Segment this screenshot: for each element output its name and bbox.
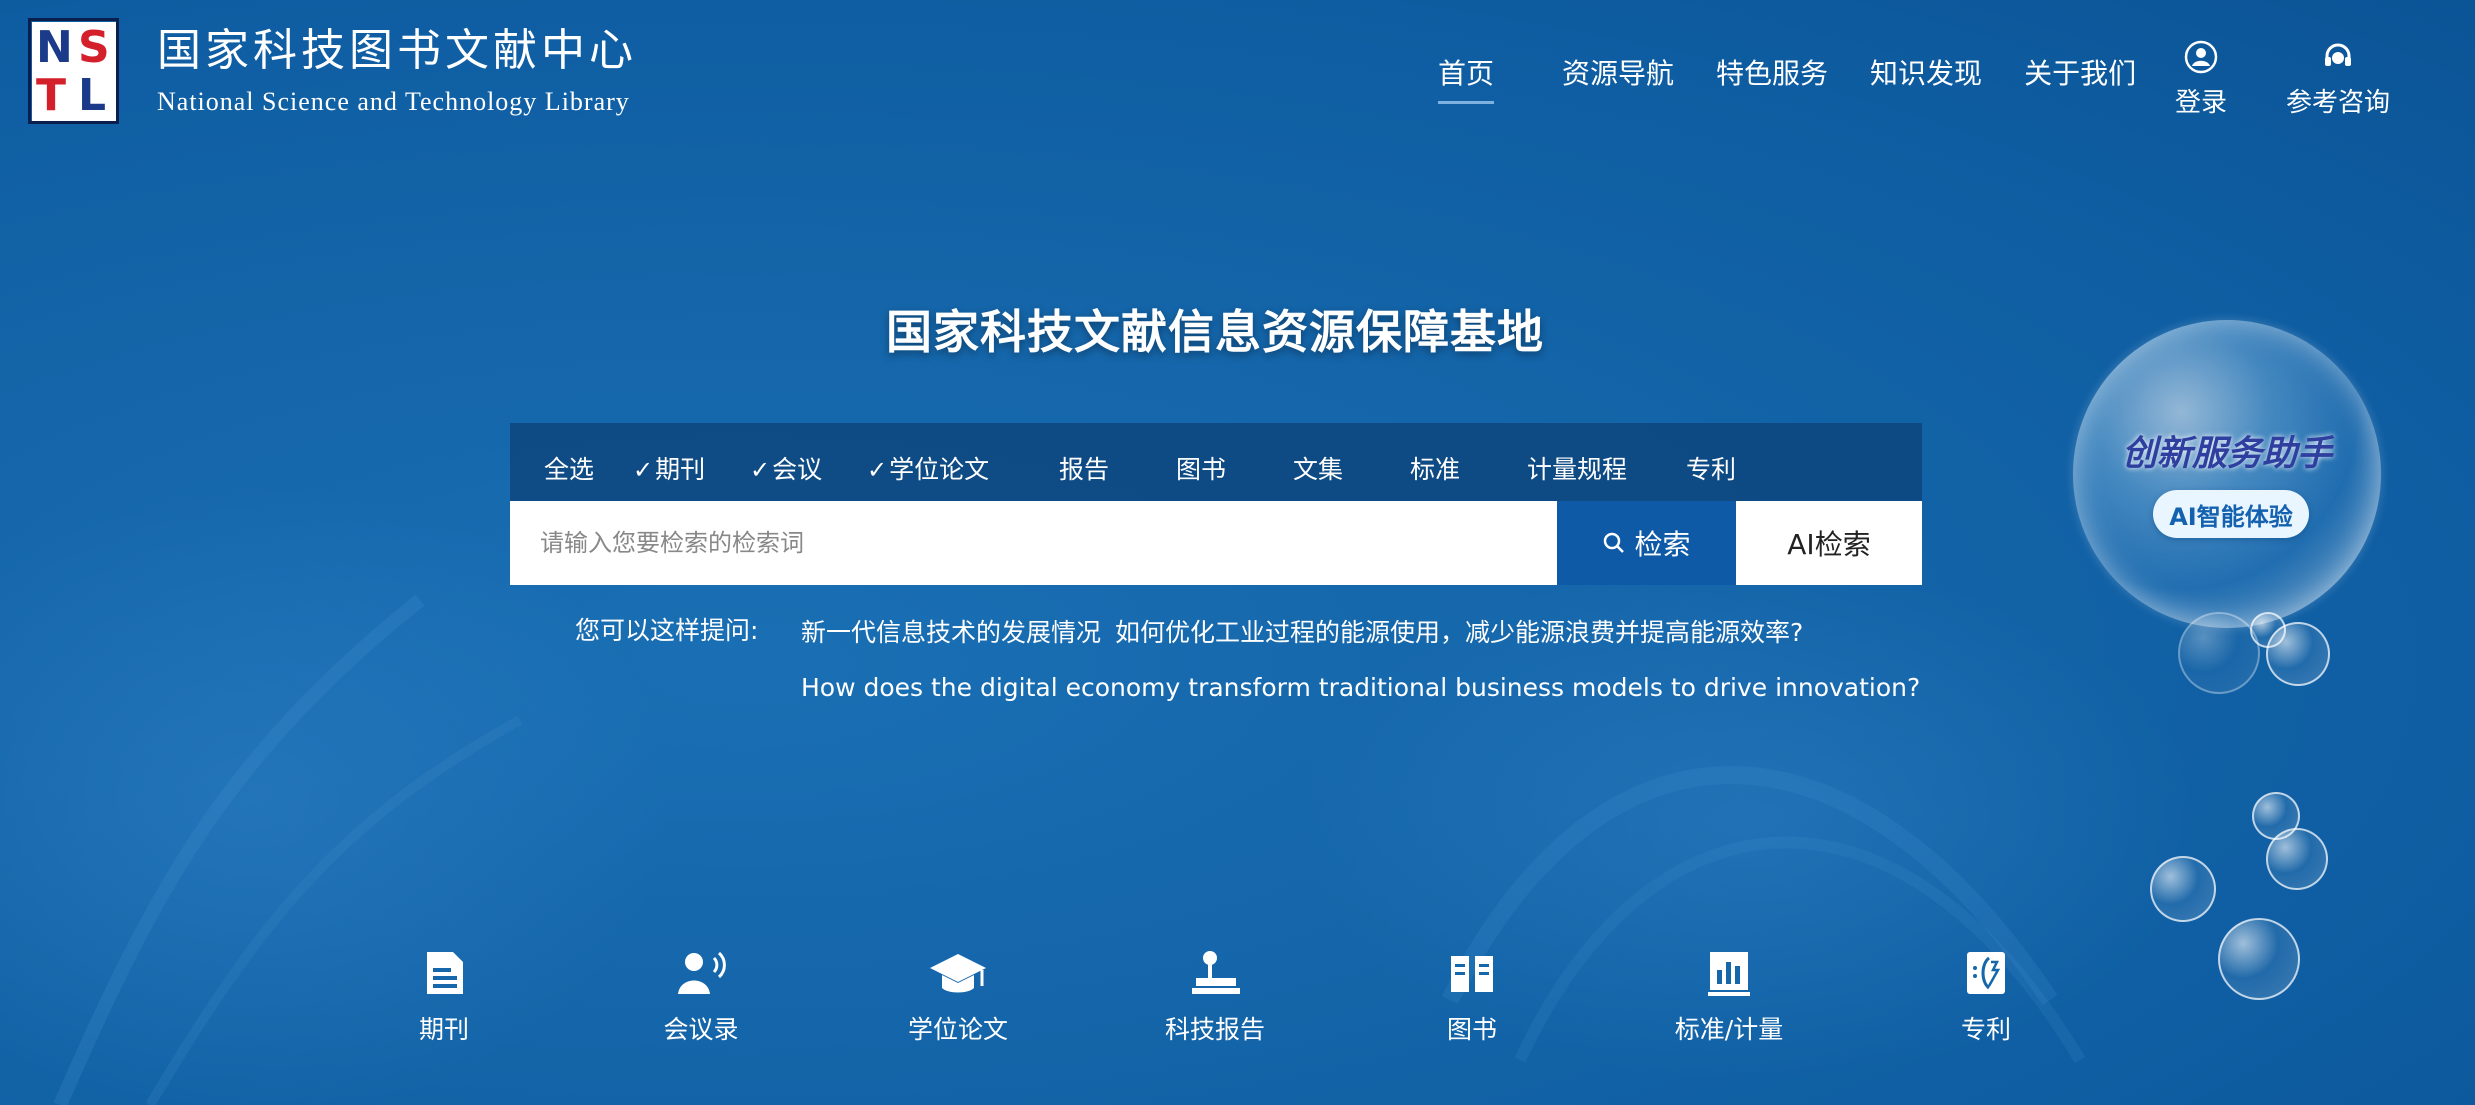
tab-proceedings[interactable]: 文集 bbox=[1293, 450, 1343, 486]
logo-letter-l: L bbox=[78, 70, 107, 121]
conference-icon bbox=[678, 951, 726, 994]
tab-select-all[interactable]: 全选 bbox=[544, 450, 594, 486]
category-label: 标准/计量 bbox=[1674, 1015, 1784, 1044]
nav-item-resources[interactable]: 资源导航 bbox=[1562, 52, 1674, 104]
search-input[interactable] bbox=[510, 501, 1557, 585]
category-label: 学位论文 bbox=[907, 1015, 1008, 1044]
check-icon: ✓ bbox=[750, 456, 771, 484]
tab-standard[interactable]: 标准 bbox=[1410, 450, 1460, 486]
decorative-bubble bbox=[2218, 918, 2300, 1000]
tab-thesis[interactable]: ✓学位论文 bbox=[867, 450, 989, 486]
tab-book[interactable]: 图书 bbox=[1176, 450, 1226, 486]
site-name-cn: 国家科技图书文献中心 bbox=[157, 24, 637, 76]
decorative-bubble bbox=[2266, 828, 2328, 890]
hint-question-2[interactable]: 如何优化工业过程的能源使用，减少能源浪费并提高能源效率? bbox=[1115, 613, 1803, 649]
headset-icon bbox=[2325, 43, 2351, 66]
logo-letter-s: S bbox=[78, 22, 110, 73]
category-label: 会议录 bbox=[663, 1015, 739, 1044]
standard-chart-icon bbox=[1708, 952, 1750, 996]
user-icon bbox=[2184, 40, 2218, 74]
tab-journal[interactable]: ✓期刊 bbox=[633, 450, 705, 486]
search-type-tabs: 全选 ✓期刊 ✓会议 ✓学位论文 报告 图书 文集 标准 计量规程 专利 bbox=[510, 423, 1922, 501]
tab-metrology[interactable]: 计量规程 bbox=[1527, 450, 1627, 486]
category-book[interactable]: 图书 bbox=[1392, 948, 1552, 1046]
innovation-assistant-bubble[interactable]: 创新服务助手 AI智能体验 bbox=[2073, 320, 2381, 628]
book-icon bbox=[1451, 956, 1493, 992]
category-label: 科技报告 bbox=[1164, 1015, 1265, 1044]
consult-button[interactable]: 参考咨询 bbox=[2286, 40, 2390, 119]
site-logo[interactable]: N S T L 国家科技图书文献中心 National Science and … bbox=[28, 18, 637, 124]
nav-item-about[interactable]: 关于我们 bbox=[2024, 52, 2136, 104]
tab-report[interactable]: 报告 bbox=[1059, 450, 1109, 486]
search-panel: 全选 ✓期刊 ✓会议 ✓学位论文 报告 图书 文集 标准 计量规程 专利 检索 … bbox=[510, 423, 1922, 585]
category-patent[interactable]: 专利 bbox=[1906, 948, 2066, 1046]
search-button-label: 检索 bbox=[1634, 528, 1691, 561]
category-conference[interactable]: 会议录 bbox=[621, 948, 781, 1046]
decorative-bubble bbox=[2250, 612, 2286, 648]
nav-item-discovery[interactable]: 知识发现 bbox=[1870, 52, 1982, 104]
logo-letter-n: N bbox=[36, 22, 73, 73]
journal-icon bbox=[427, 952, 463, 994]
patent-icon bbox=[1967, 952, 2005, 994]
login-label: 登录 bbox=[2175, 88, 2228, 118]
category-journal[interactable]: 期刊 bbox=[364, 948, 524, 1046]
hint-label: 您可以这样提问: bbox=[575, 616, 759, 645]
category-standard-metrology[interactable]: 标准/计量 bbox=[1649, 948, 1809, 1046]
hint-question-1[interactable]: 新一代信息技术的发展情况 bbox=[801, 613, 1101, 649]
search-button[interactable]: 检索 bbox=[1557, 501, 1736, 585]
decorative-bubble bbox=[2150, 856, 2216, 922]
check-icon: ✓ bbox=[633, 456, 654, 484]
hero-title: 国家科技文献信息资源保障基地 bbox=[886, 305, 1544, 359]
site-name-en: National Science and Technology Library bbox=[157, 87, 630, 117]
main-nav: 首页 资源导航 特色服务 知识发现 关于我们 bbox=[1438, 52, 2178, 104]
assistant-title: 创新服务助手 bbox=[2121, 434, 2332, 474]
tab-conference[interactable]: ✓会议 bbox=[750, 450, 822, 486]
nav-item-services[interactable]: 特色服务 bbox=[1716, 52, 1828, 104]
search-icon bbox=[1604, 532, 1625, 553]
nstl-logo-mark: N S T L bbox=[28, 18, 119, 124]
nav-item-home[interactable]: 首页 bbox=[1438, 52, 1495, 104]
login-button[interactable]: 登录 bbox=[2175, 40, 2227, 119]
graduation-cap-icon bbox=[930, 954, 986, 993]
consult-label: 参考咨询 bbox=[2286, 88, 2391, 118]
ai-search-button[interactable]: AI检索 bbox=[1736, 501, 1922, 585]
category-label: 期刊 bbox=[418, 1015, 469, 1044]
report-icon bbox=[1192, 951, 1240, 994]
category-thesis[interactable]: 学位论文 bbox=[878, 948, 1038, 1046]
check-icon: ✓ bbox=[867, 456, 888, 484]
category-tech-report[interactable]: 科技报告 bbox=[1135, 948, 1295, 1046]
ai-experience-badge[interactable]: AI智能体验 bbox=[2153, 490, 2309, 538]
category-label: 图书 bbox=[1446, 1015, 1497, 1044]
logo-letter-t: T bbox=[36, 70, 67, 121]
tab-patent[interactable]: 专利 bbox=[1686, 450, 1736, 486]
decorative-bubble bbox=[2178, 612, 2260, 694]
category-label: 专利 bbox=[1960, 1015, 2011, 1044]
hint-question-3[interactable]: How does the digital economy transform t… bbox=[801, 673, 1920, 702]
